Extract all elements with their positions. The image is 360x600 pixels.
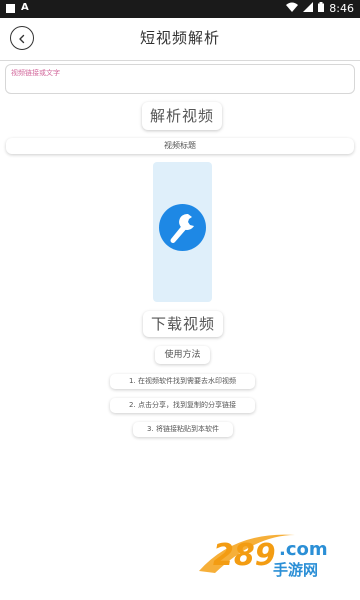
download-video-button[interactable]: 下载视频 [143, 311, 223, 337]
tool-logo [159, 204, 206, 251]
signal-icon [303, 2, 314, 15]
battery-icon [318, 2, 325, 15]
instruction-step-2: 2. 点击分享，找到复制的分享链接 [110, 398, 255, 413]
instruction-step-3: 3. 将链接粘贴到本软件 [133, 422, 233, 437]
page-title: 短视频解析 [139, 29, 220, 47]
input-placeholder: 视频链接或文字 [11, 69, 60, 77]
wrench-icon [159, 213, 206, 255]
notification-a-icon: A [21, 2, 29, 13]
status-time: 8:46 [329, 2, 354, 15]
status-left-icons: A [6, 2, 29, 14]
usage-instructions-button[interactable]: 使用方法 [155, 346, 210, 364]
video-preview [153, 162, 212, 302]
svg-text:手游网: 手游网 [273, 561, 318, 579]
site-watermark-logo: 289 .com 手游网 [195, 525, 345, 585]
video-link-input[interactable]: 视频链接或文字 [5, 64, 355, 94]
instruction-step-1: 1. 在视频软件找到需要去水印视频 [110, 374, 255, 389]
app-header: 短视频解析 [0, 18, 360, 61]
parse-video-button[interactable]: 解析视频 [142, 102, 222, 130]
status-bar: A 8:46 [0, 0, 360, 18]
notification-square-icon [6, 3, 15, 13]
svg-text:.com: .com [279, 539, 328, 560]
wifi-icon [286, 2, 299, 15]
status-right-icons: 8:46 [286, 2, 354, 15]
svg-text:289: 289 [213, 538, 276, 573]
video-title-field: 视频标题 [6, 138, 354, 154]
